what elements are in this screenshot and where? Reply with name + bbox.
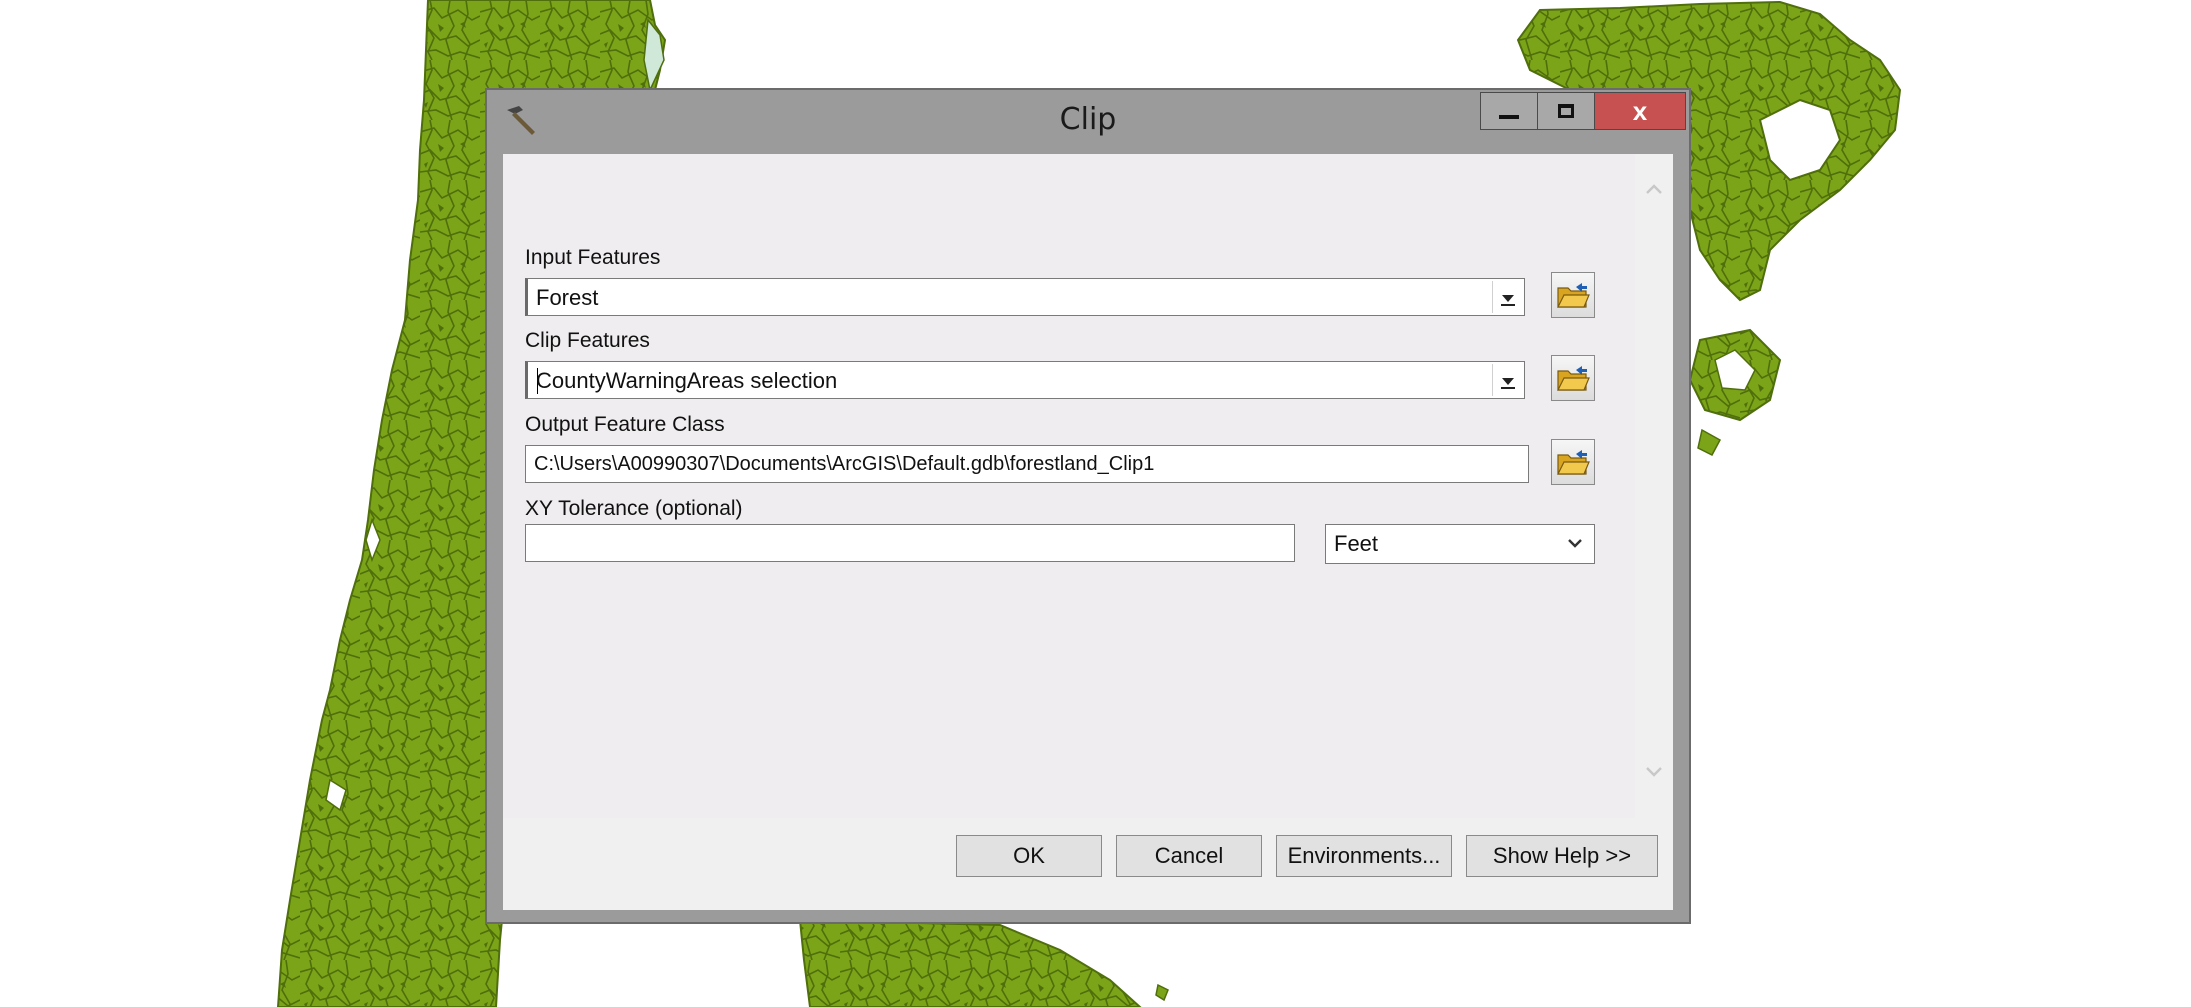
input-features-value: Forest bbox=[536, 285, 599, 310]
cancel-button[interactable]: Cancel bbox=[1116, 835, 1262, 877]
input-features-browse-button[interactable] bbox=[1551, 272, 1595, 318]
xy-tolerance-label: XY Tolerance (optional) bbox=[525, 497, 743, 520]
clip-features-label: Clip Features bbox=[525, 329, 650, 352]
maximize-button[interactable] bbox=[1537, 92, 1595, 130]
dialog-client: Input Features Forest Clip Features Coun… bbox=[503, 154, 1673, 910]
chevron-down-icon bbox=[1568, 539, 1582, 548]
minimize-button[interactable] bbox=[1480, 92, 1538, 130]
open-folder-icon bbox=[1557, 283, 1590, 308]
clip-features-dropdown-button[interactable] bbox=[1492, 364, 1522, 396]
output-feature-class-input[interactable]: C:\Users\A00990307\Documents\ArcGIS\Defa… bbox=[525, 445, 1529, 483]
output-feature-class-label: Output Feature Class bbox=[525, 413, 725, 436]
xy-tolerance-input[interactable] bbox=[525, 524, 1295, 562]
open-folder-icon bbox=[1557, 450, 1590, 475]
environments-button[interactable]: Environments... bbox=[1276, 835, 1452, 877]
output-feature-class-browse-button[interactable] bbox=[1551, 439, 1595, 485]
dropdown-arrow-icon bbox=[1501, 377, 1514, 385]
maximize-icon bbox=[1558, 104, 1574, 118]
input-features-label: Input Features bbox=[525, 246, 661, 269]
vertical-scrollbar[interactable] bbox=[1635, 154, 1673, 818]
minimize-icon bbox=[1499, 115, 1519, 119]
ok-button[interactable]: OK bbox=[956, 835, 1102, 877]
xy-tolerance-unit-value: Feet bbox=[1334, 531, 1379, 556]
scroll-up-icon[interactable] bbox=[1643, 178, 1665, 200]
title-bar[interactable]: Clip x bbox=[487, 90, 1689, 152]
input-features-dropdown-button[interactable] bbox=[1492, 281, 1522, 313]
xy-tolerance-unit-select[interactable]: Feet bbox=[1325, 524, 1595, 564]
close-icon: x bbox=[1632, 96, 1648, 126]
open-folder-icon bbox=[1557, 366, 1590, 391]
forest-region-south bbox=[798, 918, 1142, 1007]
dialog-footer: OK Cancel Environments... Show Help >> bbox=[503, 818, 1673, 910]
clip-features-combo[interactable]: CountyWarningAreas selection bbox=[525, 361, 1525, 399]
close-button[interactable]: x bbox=[1594, 92, 1686, 130]
dropdown-arrow-icon bbox=[1501, 294, 1514, 302]
dropdown-underline bbox=[1501, 304, 1515, 306]
output-feature-class-value: C:\Users\A00990307\Documents\ArcGIS\Defa… bbox=[534, 453, 1155, 475]
dropdown-underline bbox=[1501, 387, 1515, 389]
clip-features-value: CountyWarningAreas selection bbox=[536, 368, 838, 393]
scroll-down-icon[interactable] bbox=[1643, 760, 1665, 782]
clip-dialog: Clip x Input Features Forest Clip Featur… bbox=[485, 88, 1691, 924]
input-features-combo[interactable]: Forest bbox=[525, 278, 1525, 316]
clip-features-browse-button[interactable] bbox=[1551, 355, 1595, 401]
show-help-button[interactable]: Show Help >> bbox=[1466, 835, 1658, 877]
parameters-panel: Input Features Forest Clip Features Coun… bbox=[503, 154, 1635, 818]
